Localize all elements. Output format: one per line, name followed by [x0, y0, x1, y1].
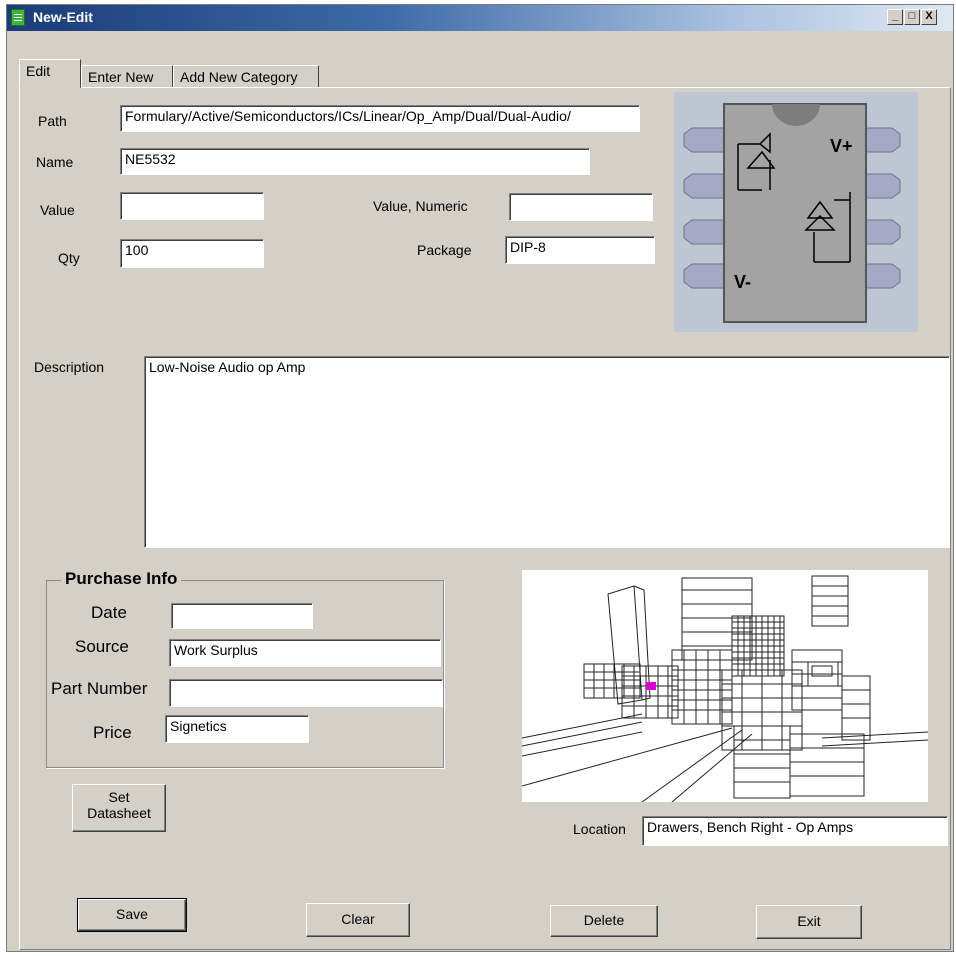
tab-edit[interactable]: Edit	[19, 59, 81, 88]
description-label: Description	[34, 359, 105, 375]
set-datasheet-button[interactable]: Set Datasheet	[72, 784, 166, 832]
date-label: Date	[91, 603, 127, 622]
close-button[interactable]: X	[921, 9, 937, 25]
title-bar[interactable]: New-Edit _ □ X	[7, 5, 953, 31]
description-field[interactable]: Low-Noise Audio op Amp	[144, 356, 950, 548]
tab-enter-new[interactable]: Enter New	[81, 65, 173, 88]
location-3d-image	[522, 570, 928, 802]
source-label: Source	[75, 637, 129, 656]
qty-field[interactable]: 100	[120, 239, 264, 268]
path-field[interactable]: Formulary/Active/Semiconductors/ICs/Line…	[120, 105, 640, 132]
chip-pinout-image: V+ V-	[674, 92, 918, 332]
source-field[interactable]: Work Surplus	[169, 639, 441, 667]
vminus-label: V-	[734, 272, 752, 292]
part-number-label: Part Number	[51, 679, 148, 698]
set-datasheet-line1: Set	[108, 789, 130, 805]
price-field[interactable]: Signetics	[165, 715, 309, 743]
app-icon	[11, 9, 25, 26]
minimize-button[interactable]: _	[887, 9, 903, 25]
path-label: Path	[38, 113, 67, 129]
package-label: Package	[417, 242, 472, 258]
purchase-info-title: Purchase Info	[61, 569, 182, 589]
value-numeric-label: Value, Numeric	[373, 198, 468, 214]
save-button[interactable]: Save	[77, 898, 187, 932]
set-datasheet-line2: Datasheet	[87, 805, 151, 821]
clear-button[interactable]: Clear	[306, 903, 410, 937]
vplus-label: V+	[830, 136, 853, 156]
name-label: Name	[36, 154, 74, 170]
location-field[interactable]: Drawers, Bench Right - Op Amps	[642, 816, 948, 846]
tab-add-new-category[interactable]: Add New Category	[173, 65, 319, 88]
part-number-field[interactable]	[169, 679, 443, 707]
maximize-button[interactable]: □	[904, 9, 920, 25]
name-field[interactable]: NE5532	[120, 148, 590, 175]
location-label: Location	[573, 821, 626, 837]
value-field[interactable]	[120, 192, 264, 220]
delete-button[interactable]: Delete	[550, 905, 658, 937]
main-window: New-Edit _ □ X Edit Enter New Add New Ca…	[6, 4, 954, 952]
qty-label: Qty	[58, 250, 80, 266]
price-label: Price	[93, 723, 132, 742]
value-numeric-field[interactable]	[509, 193, 653, 221]
value-label: Value	[40, 202, 75, 218]
window-title: New-Edit	[33, 9, 93, 25]
date-field[interactable]	[171, 603, 313, 629]
purchase-info-group: Purchase Info Date Source Work Surplus P…	[46, 569, 444, 768]
edit-panel: Path Formulary/Active/Semiconductors/ICs…	[19, 87, 951, 950]
exit-button[interactable]: Exit	[756, 905, 862, 939]
package-field[interactable]: DIP-8	[505, 236, 655, 264]
